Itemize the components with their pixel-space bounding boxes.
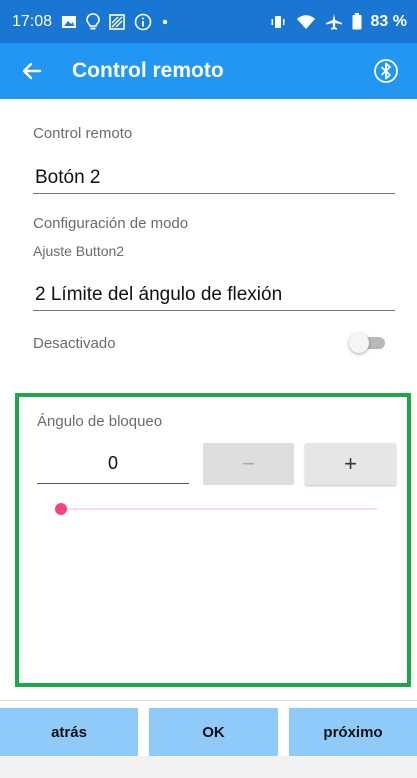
battery-percent: 83 % — [370, 12, 407, 30]
app-bar: Control remoto — [0, 43, 417, 99]
bottom-nav: atrás OK próximo — [0, 708, 417, 756]
gallery-icon — [109, 13, 125, 30]
info-icon — [134, 13, 152, 30]
status-time: 17:08 — [12, 12, 53, 30]
page-title: Control remoto — [72, 59, 224, 82]
remote-label: Control remoto — [33, 125, 133, 142]
next-button[interactable]: próximo — [289, 708, 417, 756]
enable-toggle[interactable] — [349, 333, 385, 353]
toggle-thumb — [349, 333, 369, 353]
switch-label: Desactivado — [33, 335, 116, 352]
airplane-icon — [325, 13, 342, 30]
mode-select-field[interactable]: 2 Límite del ángulo de flexión — [33, 277, 395, 311]
status-right-group: 83 % — [269, 13, 407, 31]
lock-angle-slider[interactable] — [55, 501, 377, 517]
remote-button-field[interactable]: Botón 2 — [33, 160, 395, 194]
vibrate-icon — [271, 15, 285, 28]
back-button[interactable] — [16, 55, 48, 87]
lock-angle-label: Ángulo de bloqueo — [37, 413, 163, 430]
image-icon — [62, 15, 77, 28]
decrement-button[interactable]: − — [203, 443, 294, 485]
back-nav-button[interactable]: atrás — [0, 708, 138, 756]
arrow-left-icon — [22, 62, 42, 80]
increment-button[interactable]: + — [305, 443, 396, 485]
slider-rail — [55, 508, 377, 510]
bluetooth-button[interactable] — [371, 56, 401, 86]
lock-angle-input[interactable]: 0 — [37, 453, 189, 484]
bluetooth-icon — [374, 59, 398, 83]
dot-icon — [162, 19, 168, 24]
bulb-icon — [86, 12, 100, 29]
status-bar: 17:08 83 % — [0, 0, 417, 43]
divider — [0, 700, 417, 701]
bottom-strip — [0, 756, 417, 778]
mode-sublabel: Ajuste Button2 — [33, 243, 125, 259]
slider-knob[interactable] — [55, 503, 67, 515]
status-left-group: 17:08 — [12, 13, 169, 31]
ok-button[interactable]: OK — [149, 708, 278, 756]
mode-config-label: Configuración de modo — [33, 215, 189, 232]
battery-icon — [352, 13, 362, 30]
lock-angle-panel: Ángulo de bloqueo 0 − + — [15, 393, 411, 687]
wifi-icon — [296, 14, 315, 29]
